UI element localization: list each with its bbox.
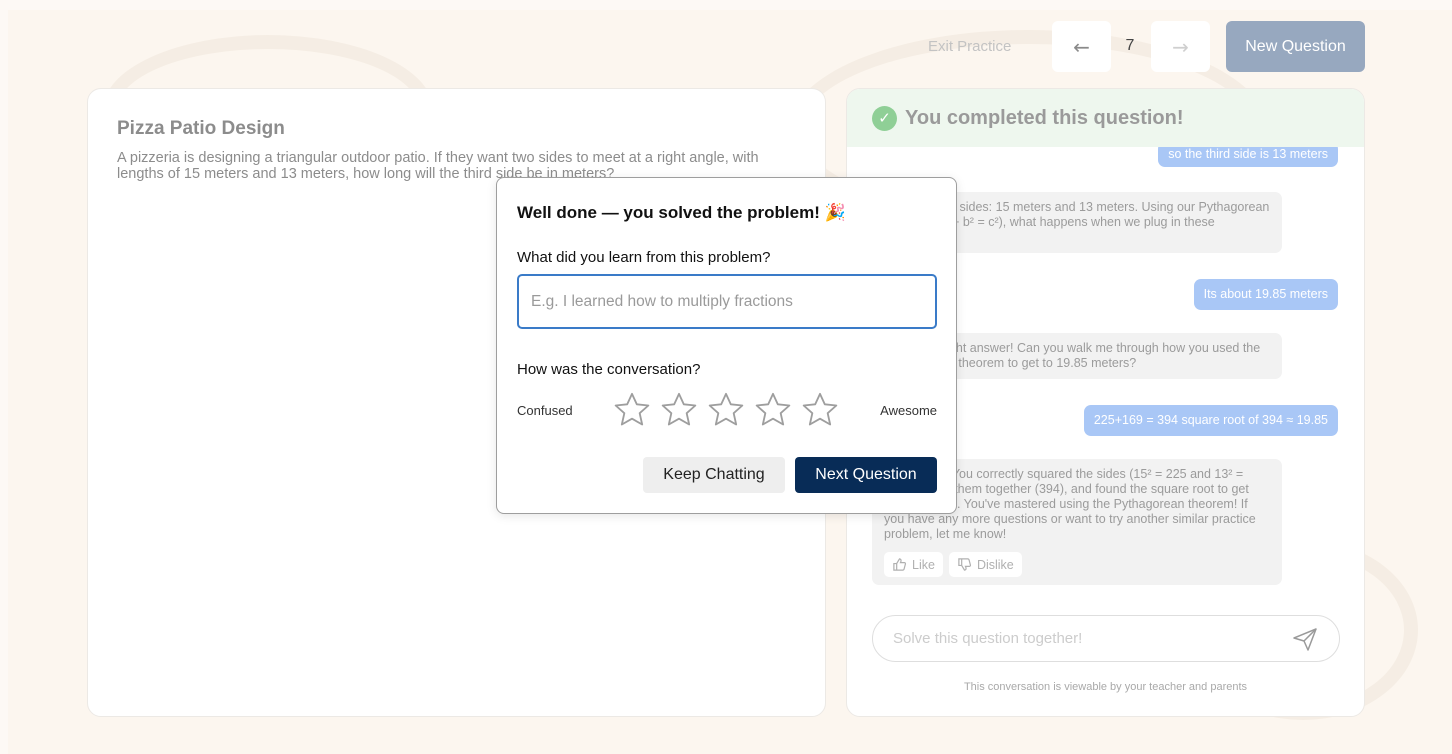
chat-input[interactable] (893, 630, 1291, 647)
chat-input-box (872, 615, 1340, 662)
dislike-label: Dislike (976, 557, 1014, 572)
rating-low-label: Confused (517, 402, 573, 418)
star-icon[interactable] (658, 390, 700, 430)
star-icon[interactable] (752, 390, 794, 430)
modal-title: Well done — you solved the problem! 🎉 (517, 203, 846, 222)
star-rating (611, 390, 841, 430)
star-icon[interactable] (611, 390, 653, 430)
like-button[interactable]: Like (884, 552, 943, 577)
chat-message-user: Its about 19.85 meters (1193, 279, 1338, 310)
send-icon[interactable] (1291, 625, 1319, 653)
like-label: Like (912, 557, 935, 572)
completed-text: You completed this question! (905, 106, 1184, 129)
arrow-right-icon: → (1172, 34, 1189, 59)
viewable-note: This conversation is viewable by your te… (963, 681, 1248, 693)
learn-question-label: What did you learn from this problem? (517, 249, 771, 266)
rating-row: Confused Awesome (517, 389, 937, 431)
arrow-left-icon: ← (1073, 34, 1090, 59)
next-question-arrow-button[interactable]: → (1151, 21, 1210, 72)
check-circle-icon: ✓ (872, 105, 897, 131)
feedback-row: Like Dislike (884, 552, 1270, 577)
exit-practice-button[interactable]: Exit Practice (928, 38, 1011, 55)
feedback-modal: Well done — you solved the problem! 🎉 Wh… (496, 177, 957, 514)
completed-banner: ✓ You completed this question! (847, 89, 1364, 147)
thumbs-down-icon (958, 558, 971, 571)
conversation-question-label: How was the conversation? (517, 361, 701, 378)
chat-message-user: 225+169 = 394 square root of 394 ≈ 19.85 (1083, 405, 1338, 436)
next-question-button[interactable]: Next Question (795, 457, 937, 493)
star-icon[interactable] (799, 390, 841, 430)
star-icon[interactable] (705, 390, 747, 430)
dislike-button[interactable]: Dislike (948, 552, 1022, 577)
previous-question-button[interactable]: ← (1052, 21, 1111, 72)
learn-input[interactable] (517, 274, 937, 329)
rating-high-label: Awesome (880, 402, 937, 418)
new-question-button[interactable]: New Question (1226, 21, 1365, 72)
question-title: Pizza Patio Design (117, 118, 285, 139)
thumbs-up-icon (893, 558, 907, 571)
question-number: 7 (1125, 37, 1135, 54)
keep-chatting-button[interactable]: Keep Chatting (643, 457, 785, 493)
